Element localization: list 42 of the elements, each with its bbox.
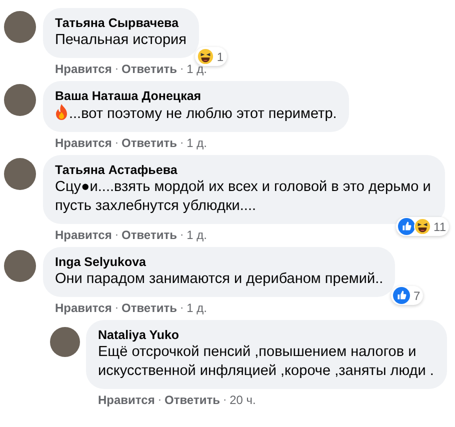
comment-text: Печальная история — [55, 31, 186, 50]
reaction-badge[interactable]: 1 — [194, 47, 226, 66]
reply-link[interactable]: Ответить — [122, 301, 177, 315]
reaction-badge[interactable]: 7 — [391, 286, 424, 305]
author-name[interactable]: Ваша Наташа Донецкая — [55, 88, 337, 104]
separator-dot: · — [180, 301, 184, 315]
reaction-badge[interactable]: 11 — [396, 217, 449, 236]
comment-text: Они парадом занимаются и дерибаном премий.. — [55, 270, 384, 289]
separator-dot: · — [114, 136, 118, 150]
like-link[interactable]: Нравится — [55, 228, 112, 242]
separator-dot: · — [180, 62, 184, 76]
like-link[interactable]: Нравится — [55, 301, 112, 315]
author-name[interactable]: Татьяна Сырвачева — [55, 15, 186, 31]
avatar[interactable] — [4, 11, 36, 43]
separator-dot: · — [158, 393, 162, 407]
like-link[interactable]: Нравится — [98, 393, 155, 407]
comment-text: ...вот поэтому не люблю этот периметр. — [55, 104, 337, 124]
avatar[interactable] — [4, 250, 36, 282]
timestamp: 20 ч. — [230, 393, 256, 407]
reply-link[interactable]: Ответить — [164, 393, 220, 407]
separator-dot: · — [180, 136, 184, 150]
avatar[interactable] — [4, 84, 36, 116]
separator-dot: · — [114, 228, 118, 242]
like-link[interactable]: Нравится — [55, 136, 112, 150]
reply-link[interactable]: Ответить — [122, 62, 177, 76]
timestamp: 1 д. — [186, 228, 207, 242]
separator-dot: · — [180, 228, 184, 242]
separator-dot: · — [222, 393, 227, 407]
timestamp: 1 д. — [186, 301, 207, 315]
reply-link[interactable]: Ответить — [122, 136, 177, 150]
like-link[interactable]: Нравится — [55, 62, 112, 76]
author-name[interactable]: Татьяна Астафьева — [55, 162, 433, 178]
author-name[interactable]: Nataliya Yuko — [98, 327, 435, 343]
comment-text: Ещё отсрочкой пенсий ,повышением налогов и искусственной инфляцией ,короче ,заняты люди . — [98, 343, 435, 381]
author-name[interactable]: Inga Selyukova — [55, 254, 384, 270]
separator-dot: · — [114, 301, 118, 315]
avatar[interactable] — [4, 158, 36, 190]
separator-dot: · — [114, 62, 118, 76]
timestamp: 1 д. — [186, 136, 207, 150]
comment-text: Сцу●и....взять мордой их всех и головой в это дерьмо и пусть захлебнутся ублюдки.... — [55, 178, 432, 216]
avatar[interactable] — [50, 327, 80, 357]
reply-link[interactable]: Ответить — [122, 228, 177, 242]
